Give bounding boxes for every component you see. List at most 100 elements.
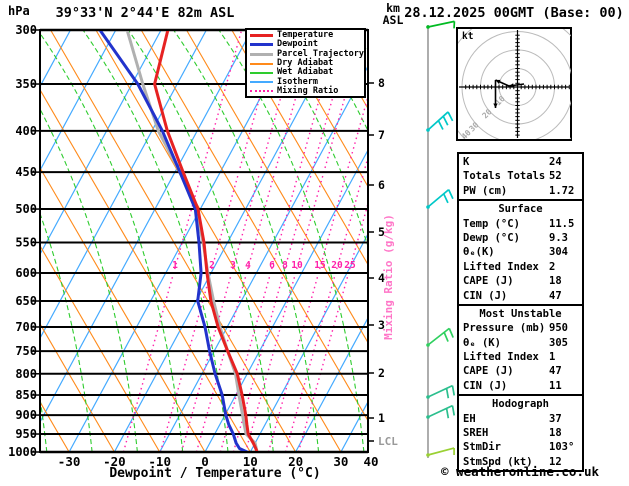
pressure-tick-label: 950 bbox=[15, 427, 37, 441]
mixing-ratio-value-label: 20 bbox=[331, 260, 343, 271]
table-row-label: Lifted Index bbox=[463, 351, 539, 364]
height-tick-label: 7 bbox=[378, 128, 385, 142]
table-row-label: θₑ(K) bbox=[463, 246, 495, 259]
table-row-label: CAPE (J) bbox=[463, 365, 514, 378]
wind-barb-staff bbox=[427, 20, 455, 28]
wind-barb-tick bbox=[451, 385, 456, 396]
lcl-marker-label: LCL bbox=[378, 435, 398, 448]
table-row-value: 950 bbox=[549, 322, 568, 335]
table-row-label: Lifted Index bbox=[463, 260, 539, 273]
temperature-curve bbox=[153, 30, 259, 452]
table-row-label: CIN (J) bbox=[463, 379, 508, 392]
table-section: K 24 Totals Totals 52 PW (cm) 1.72 bbox=[457, 152, 584, 202]
table-row-value: 9.3 bbox=[549, 231, 568, 244]
wind-barb-tick bbox=[445, 388, 450, 399]
pressure-tick-label: 750 bbox=[15, 344, 37, 358]
table-row-label: Dewp (°C) bbox=[463, 231, 520, 244]
wind-barb-tick bbox=[451, 405, 456, 416]
wet-adiabat-line bbox=[40, 32, 184, 452]
legend-line-sample bbox=[250, 52, 273, 56]
height-tick-label: 2 bbox=[378, 366, 385, 380]
mixing-ratio-value-label: 2 bbox=[209, 260, 215, 271]
wind-barb-tick bbox=[442, 193, 449, 204]
table-row-value: 11 bbox=[549, 379, 562, 392]
wet-adiabat-line bbox=[82, 30, 229, 452]
pressure-tick-label: 300 bbox=[15, 23, 37, 37]
pressure-tick-label: 800 bbox=[15, 367, 37, 381]
pressure-tick-label: 850 bbox=[15, 388, 37, 402]
table-row: CIN (J) 47 bbox=[463, 289, 582, 303]
table-row: K 24 bbox=[463, 155, 582, 169]
table-row-label: θₑ (K) bbox=[463, 336, 501, 349]
wind-barb-tick bbox=[443, 332, 449, 342]
pressure-axis: 300 350 400 450 500 550 600 650 700 750 800 850 900 9… bbox=[8, 23, 40, 459]
table-row-label: SREH bbox=[463, 427, 489, 440]
pressure-tick-label: 1000 bbox=[8, 445, 37, 459]
mixing-ratio-value-label: 10 bbox=[291, 260, 303, 271]
table-row-value: 24 bbox=[549, 156, 562, 168]
table-row: Dewp (°C) 9.3 bbox=[463, 231, 582, 245]
table-row: Lifted Index 2 bbox=[463, 260, 582, 274]
table-row: θₑ (K) 305 bbox=[463, 336, 582, 350]
table-row: Pressure (mb) 950 bbox=[463, 321, 582, 335]
height-tick-label: 8 bbox=[378, 76, 385, 90]
table-row: CAPE (J) 47 bbox=[463, 364, 582, 378]
temperature-axis-label: Dewpoint / Temperature (°C) bbox=[109, 466, 321, 481]
height-tick-label: 6 bbox=[378, 178, 385, 192]
legend-line-sample bbox=[250, 43, 273, 47]
mixing-ratio-value-label: 1 bbox=[172, 260, 178, 271]
table-row: PW (cm) 1.72 bbox=[463, 184, 582, 198]
table-row-label: PW (cm) bbox=[463, 184, 508, 197]
table-row-value: 1.72 bbox=[549, 184, 575, 197]
wind-barb-tick bbox=[447, 111, 454, 122]
legend: Temperature Dewpoint Parcel Trajectory Dry … bbox=[245, 28, 366, 98]
table-row-value: 11.5 bbox=[549, 217, 575, 230]
pressure-tick-label: 400 bbox=[15, 124, 37, 138]
table-row-value: 304 bbox=[549, 246, 568, 259]
table-row-label: EH bbox=[463, 412, 476, 425]
table-section: Hodograph EH 37 SREH 18 StmDir 103° StmSpd (kt)… bbox=[457, 394, 584, 473]
hodograph-unit-label: kt bbox=[462, 31, 473, 42]
legend-item-label: Wet Adiabat bbox=[277, 67, 334, 78]
pressure-tick-label: 500 bbox=[15, 202, 37, 216]
wind-barb-tick bbox=[445, 408, 450, 419]
table-row-label: Temp (°C) bbox=[463, 217, 520, 230]
table-row-label: Totals Totals bbox=[463, 170, 546, 183]
mixing-ratio-value-label: 6 bbox=[269, 260, 275, 271]
pressure-tick-label: 650 bbox=[15, 294, 37, 308]
table-row-label: CAPE (J) bbox=[463, 275, 514, 288]
wind-barb-tick bbox=[447, 189, 454, 200]
wind-barb-tick bbox=[442, 115, 449, 126]
table-section: Most Unstable Pressure (mb) 950 θₑ (K) 305 Li… bbox=[457, 303, 584, 397]
table-row-value: 37 bbox=[549, 412, 562, 425]
pressure-tick-label: 450 bbox=[15, 165, 37, 179]
table-row-value: 103° bbox=[549, 441, 575, 454]
mixing-ratio-value-label: 3 bbox=[230, 260, 236, 271]
table-section-header: Hodograph bbox=[492, 398, 549, 411]
table-row: CAPE (J) 18 bbox=[463, 274, 582, 288]
pressure-tick-label: 700 bbox=[15, 320, 37, 334]
mixing-ratio-value-label: 8 bbox=[282, 260, 288, 271]
table-row-value: 2 bbox=[549, 260, 556, 273]
table-row-value: 305 bbox=[549, 336, 568, 349]
table-row-value: 1 bbox=[549, 351, 556, 364]
mixing-ratio-value-label: 4 bbox=[245, 260, 251, 271]
pressure-tick-label: 900 bbox=[15, 408, 37, 422]
table-row-value: 52 bbox=[549, 170, 562, 183]
legend-line-sample bbox=[250, 81, 273, 84]
pressure-tick-label: 600 bbox=[15, 266, 37, 280]
legend-line-sample bbox=[250, 34, 273, 38]
wind-barb-staff bbox=[427, 384, 453, 398]
height-tick-label: 1 bbox=[378, 411, 385, 425]
table-row-label: StmDir bbox=[463, 441, 501, 454]
table-row: StmDir 103° bbox=[463, 440, 582, 454]
wind-barb-staff bbox=[427, 404, 453, 418]
legend-item: Mixing Ratio bbox=[250, 86, 364, 96]
legend-line-sample bbox=[250, 90, 273, 93]
pressure-tick-label: 350 bbox=[15, 77, 37, 91]
table-row: θₑ(K) 304 bbox=[463, 245, 582, 259]
table-row: EH 37 bbox=[463, 412, 582, 426]
wind-barb-tick bbox=[448, 328, 454, 338]
legend-line-sample bbox=[250, 62, 273, 65]
table-row: SREH 18 bbox=[463, 426, 582, 440]
